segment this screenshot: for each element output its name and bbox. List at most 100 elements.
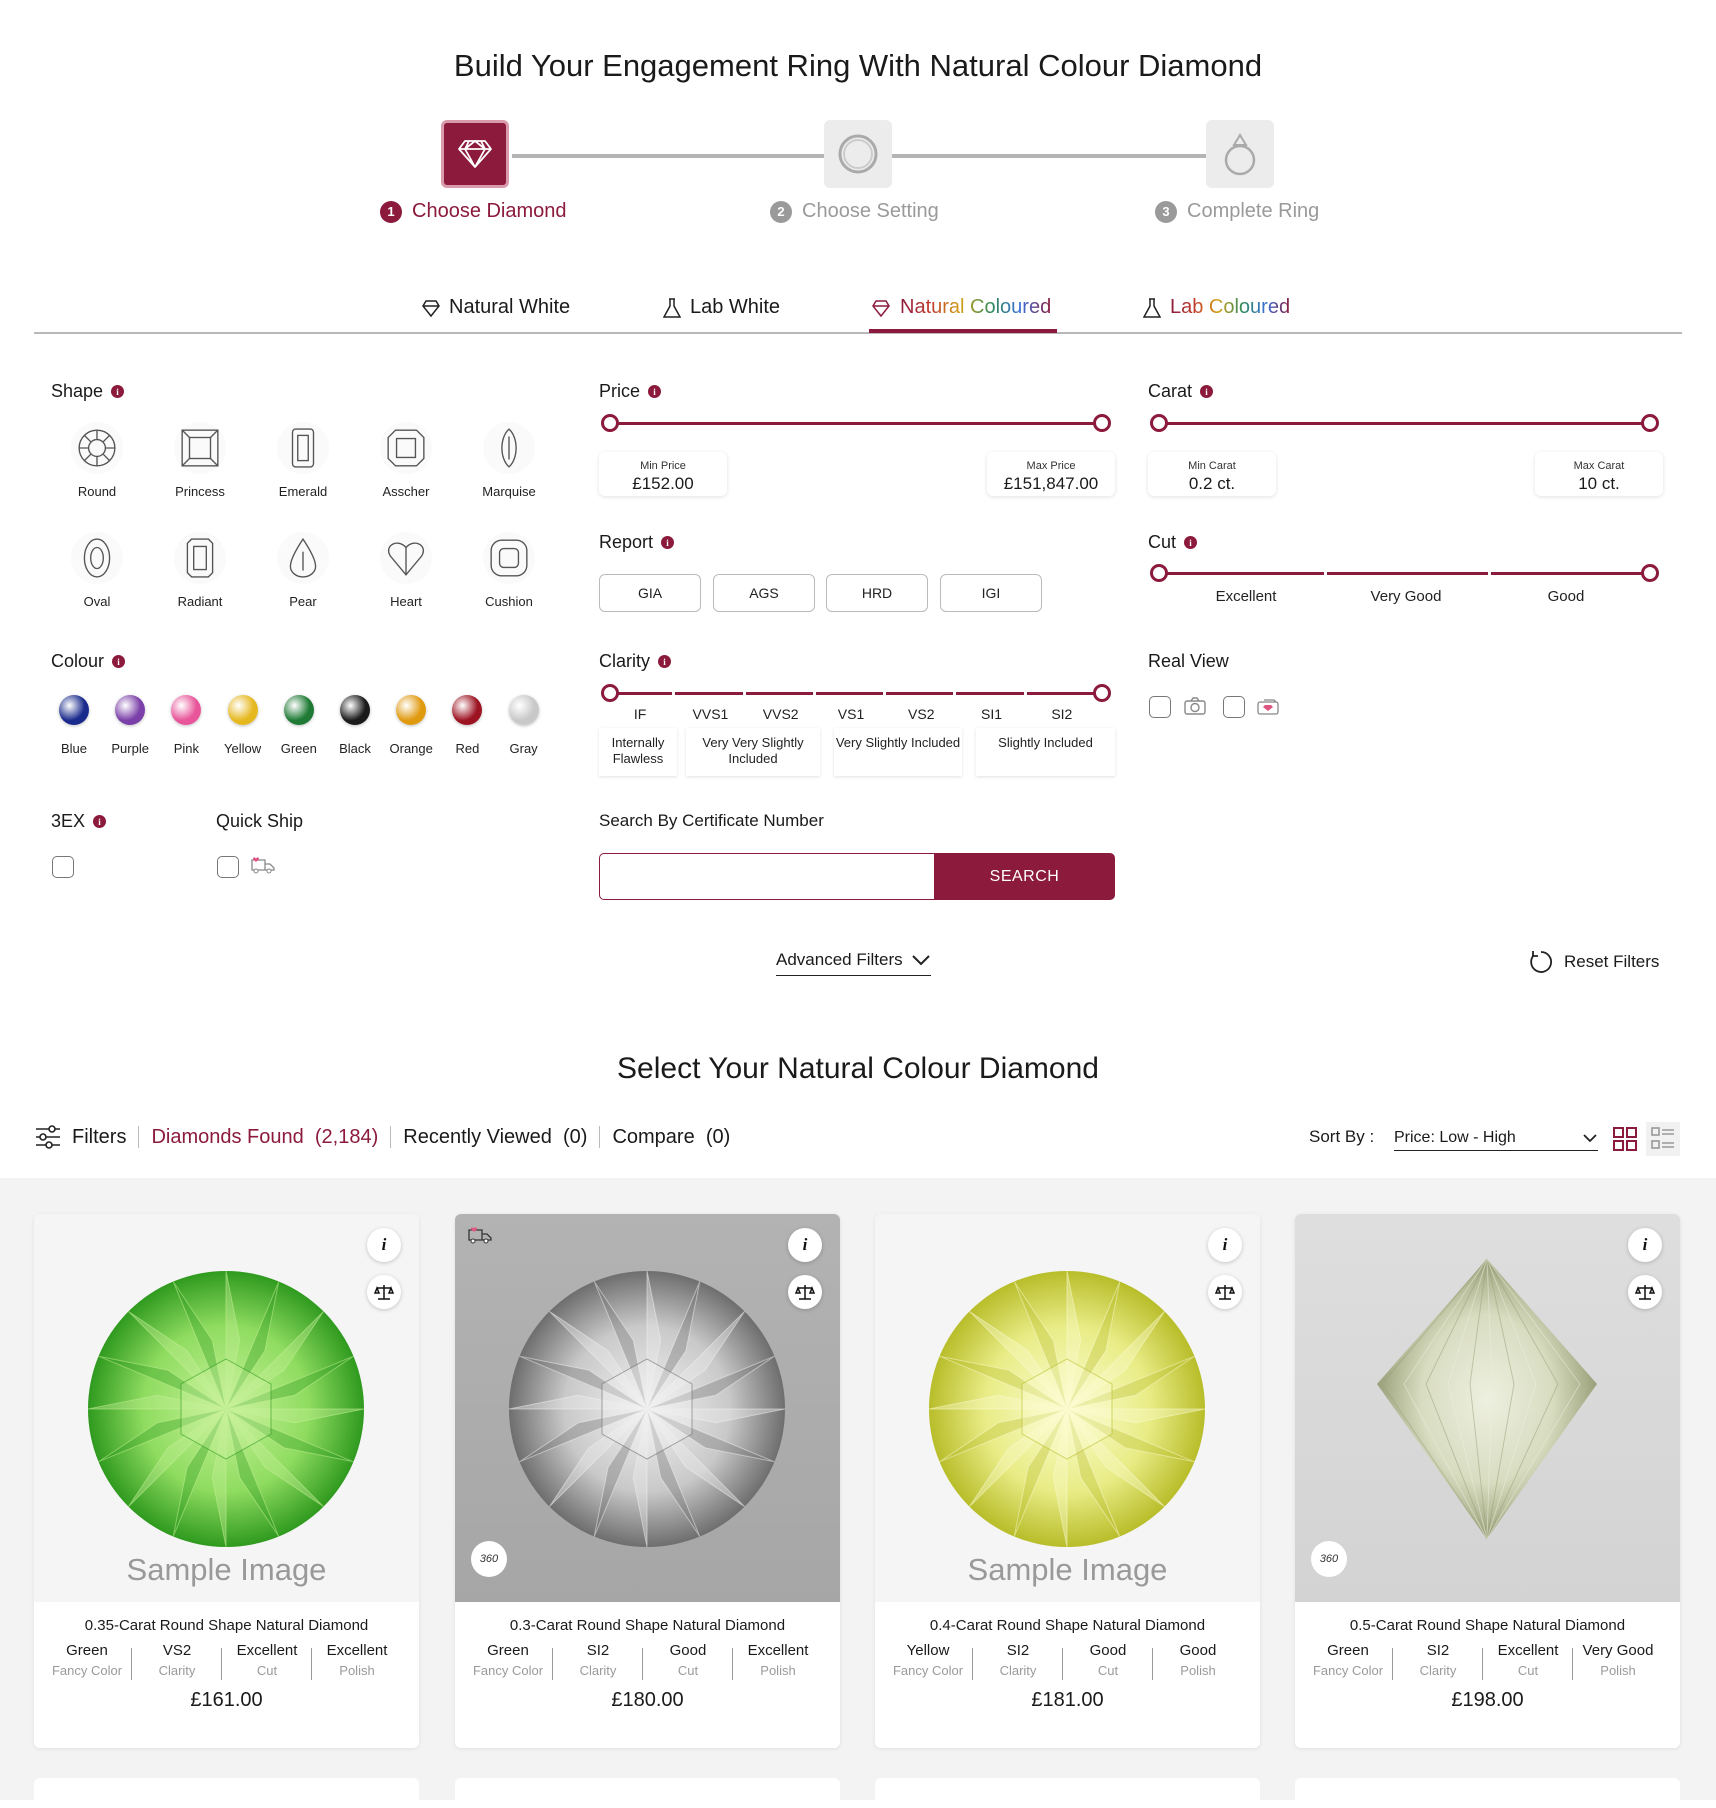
view-360-icon[interactable]: 360 [1311, 1541, 1347, 1577]
info-button[interactable]: i [1628, 1228, 1662, 1262]
info-icon[interactable]: i [1200, 385, 1214, 398]
report-hrd-button[interactable]: HRD [826, 574, 928, 612]
tab-natural-coloured[interactable]: Natural Coloured [870, 296, 1051, 319]
colour-option-gray[interactable]: Gray [494, 695, 554, 756]
carat-slider-track[interactable] [1159, 422, 1651, 425]
product-image[interactable]: Sample Image [875, 1214, 1260, 1602]
info-icon[interactable]: i [93, 815, 107, 828]
carat-min-handle[interactable] [1150, 414, 1168, 432]
step-label-2[interactable]: 2 Choose Setting [770, 200, 939, 223]
recently-viewed[interactable]: Recently Viewed (0) [403, 1126, 587, 1149]
report-igi-button[interactable]: IGI [940, 574, 1042, 612]
min-price-value[interactable]: £152.00 [599, 474, 727, 494]
info-icon[interactable]: i [658, 655, 672, 668]
sort-select[interactable]: Price: Low - High [1394, 1125, 1598, 1151]
diamonds-found[interactable]: Diamonds Found (2,184) [151, 1126, 378, 1149]
cut-slider-track[interactable] [1159, 572, 1651, 575]
tab-lab-white[interactable]: Lab White [662, 296, 780, 319]
shape-option-cushion[interactable]: Cushion [469, 532, 549, 609]
certificate-search-input[interactable] [599, 853, 935, 900]
shape-option-marquise[interactable]: Marquise [469, 422, 549, 499]
list-view-button[interactable] [1646, 1122, 1680, 1156]
cut-max-handle[interactable] [1641, 564, 1659, 582]
compare-button[interactable] [1628, 1275, 1662, 1309]
product-title[interactable]: 0.3-Carat Round Shape Natural Diamond [455, 1617, 840, 1634]
shape-option-radiant[interactable]: Radiant [160, 532, 240, 609]
price-min-handle[interactable] [601, 414, 619, 432]
shape-option-oval[interactable]: Oval [57, 532, 137, 609]
diamond-icon [458, 140, 492, 168]
compare-button[interactable] [1208, 1275, 1242, 1309]
shape-option-princess[interactable]: Princess [160, 422, 240, 499]
compare-button[interactable] [788, 1275, 822, 1309]
colour-option-purple[interactable]: Purple [100, 695, 160, 756]
compare-button[interactable] [367, 1275, 401, 1309]
filters-toggle[interactable]: Filters [34, 1124, 126, 1150]
info-icon[interactable]: i [1184, 536, 1198, 549]
certificate-search-button[interactable]: SEARCH [934, 853, 1115, 900]
product-card[interactable]: Sample Image i 0.4-Carat Round Shape Natur… [875, 1214, 1260, 1748]
product-image[interactable]: 360 [1295, 1214, 1680, 1602]
min-price-box[interactable]: Min Price £152.00 [599, 452, 727, 496]
product-title[interactable]: 0.35-Carat Round Shape Natural Diamond [34, 1617, 419, 1634]
step-complete-ring[interactable] [1206, 120, 1274, 188]
step-choose-diamond[interactable] [441, 120, 509, 188]
max-price-box[interactable]: Max Price £151,847.00 [987, 452, 1115, 496]
info-icon[interactable]: i [111, 385, 125, 398]
colour-option-yellow[interactable]: Yellow [213, 695, 273, 756]
report-ags-button[interactable]: AGS [713, 574, 815, 612]
reset-filters-button[interactable]: Reset Filters [1528, 949, 1659, 975]
shape-option-pear[interactable]: Pear [263, 532, 343, 609]
max-carat-value[interactable]: 10 ct. [1535, 474, 1663, 494]
clarity-min-handle[interactable] [601, 684, 619, 702]
price-max-handle[interactable] [1093, 414, 1111, 432]
max-carat-box[interactable]: Max Carat 10 ct. [1535, 452, 1663, 496]
shape-option-heart[interactable]: Heart [366, 532, 446, 609]
colour-option-black[interactable]: Black [325, 695, 385, 756]
view-360-icon[interactable]: 360 [471, 1541, 507, 1577]
product-card[interactable]: 360 i 0.3-Carat Round Shape Natural Diamon… [455, 1214, 840, 1748]
product-title[interactable]: 0.5-Carat Round Shape Natural Diamond [1295, 1617, 1680, 1634]
product-image[interactable]: 360 [455, 1214, 840, 1602]
cut-min-handle[interactable] [1150, 564, 1168, 582]
product-card[interactable]: 360 i 0.5-Carat Round Shape Natural Diamon… [1295, 1214, 1680, 1748]
min-carat-value[interactable]: 0.2 ct. [1148, 474, 1276, 494]
shape-option-asscher[interactable]: Asscher [366, 422, 446, 499]
colour-option-pink[interactable]: Pink [156, 695, 216, 756]
colour-option-orange[interactable]: Orange [381, 695, 441, 756]
min-carat-box[interactable]: Min Carat 0.2 ct. [1148, 452, 1276, 496]
real-view-camera-checkbox[interactable] [1149, 696, 1171, 718]
shape-option-round[interactable]: Round [57, 422, 137, 499]
clarity-slider-track[interactable] [610, 692, 1102, 695]
info-icon[interactable]: i [661, 536, 675, 549]
toolbar-separator [599, 1126, 601, 1148]
colour-option-blue[interactable]: Blue [44, 695, 104, 756]
info-icon[interactable]: i [648, 385, 662, 398]
step-label-3[interactable]: 3 Complete Ring [1155, 200, 1319, 223]
info-button[interactable]: i [367, 1228, 401, 1262]
colour-option-red[interactable]: Red [437, 695, 497, 756]
info-button[interactable]: i [1208, 1228, 1242, 1262]
advanced-filters-link[interactable]: Advanced Filters [776, 950, 931, 976]
step-choose-setting[interactable] [824, 120, 892, 188]
max-price-value[interactable]: £151,847.00 [987, 474, 1115, 494]
report-gia-button[interactable]: GIA [599, 574, 701, 612]
carat-max-handle[interactable] [1641, 414, 1659, 432]
three-ex-checkbox[interactable] [52, 856, 74, 878]
product-card[interactable]: Sample Image i 0.35-Carat Round Shape Natu… [34, 1214, 419, 1748]
real-view-diamond-checkbox[interactable] [1223, 696, 1245, 718]
compare-link[interactable]: Compare (0) [612, 1126, 730, 1149]
grid-view-button[interactable] [1608, 1122, 1642, 1156]
tab-lab-coloured[interactable]: Lab Coloured [1142, 296, 1290, 319]
step-label-1[interactable]: 1 Choose Diamond [380, 200, 567, 223]
product-title[interactable]: 0.4-Carat Round Shape Natural Diamond [875, 1617, 1260, 1634]
shape-option-emerald[interactable]: Emerald [263, 422, 343, 499]
tab-natural-white[interactable]: Natural White [421, 296, 570, 319]
colour-option-green[interactable]: Green [269, 695, 329, 756]
clarity-max-handle[interactable] [1093, 684, 1111, 702]
info-button[interactable]: i [788, 1228, 822, 1262]
info-icon[interactable]: i [112, 655, 126, 668]
product-image[interactable]: Sample Image [34, 1214, 419, 1602]
price-slider-track[interactable] [610, 422, 1102, 425]
quick-ship-checkbox[interactable] [217, 856, 239, 878]
